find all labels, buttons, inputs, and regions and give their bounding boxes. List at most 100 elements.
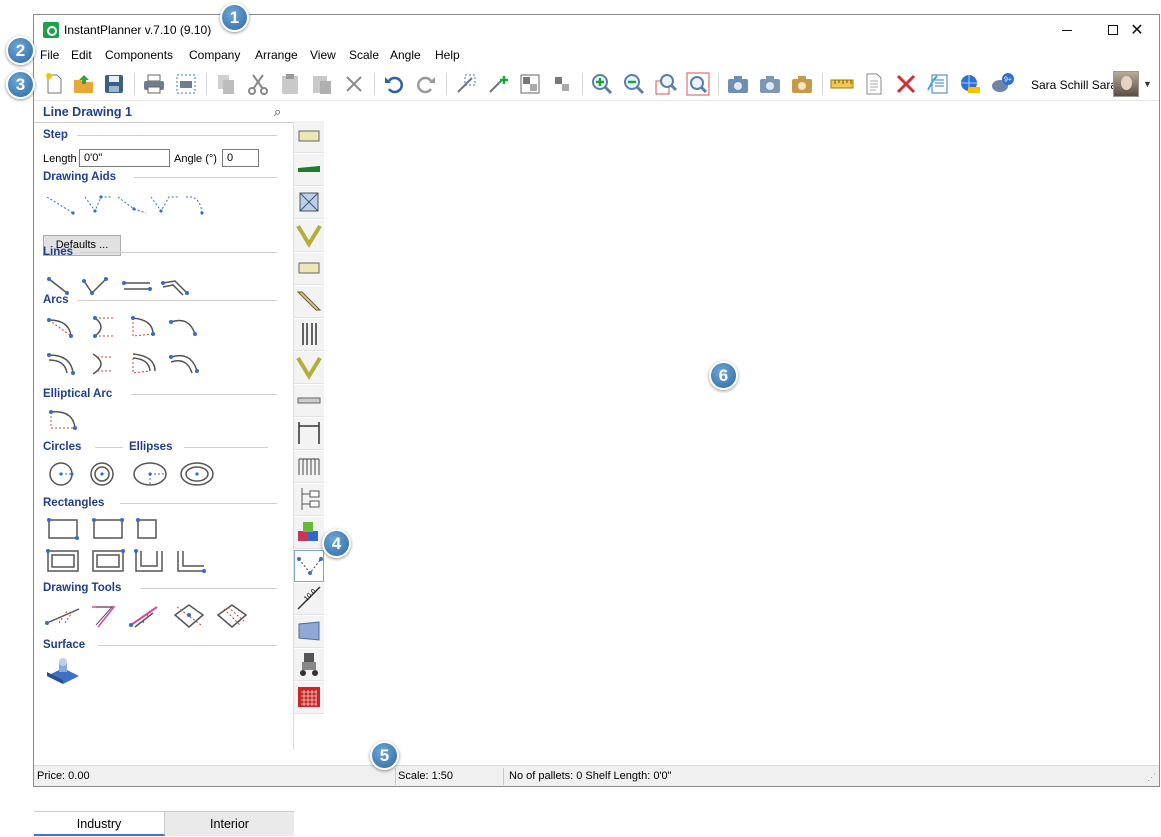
close-window-button[interactable]: ✕ <box>1114 15 1160 45</box>
delete-icon[interactable] <box>342 72 366 96</box>
print-icon[interactable] <box>142 72 166 96</box>
menu-arrange[interactable]: Arrange <box>255 48 298 62</box>
aid-curve-icon[interactable] <box>180 191 216 217</box>
double-arc-tangent-icon[interactable] <box>167 351 203 377</box>
zoom-window-icon[interactable] <box>654 72 678 96</box>
group-icon[interactable] <box>518 72 542 96</box>
menu-components[interactable]: Components <box>105 48 173 62</box>
camera-render-icon[interactable] <box>790 72 814 96</box>
cut-icon[interactable] <box>246 72 270 96</box>
tool-v-frame-2[interactable] <box>294 352 324 384</box>
menu-file[interactable]: File <box>40 48 59 62</box>
arc-3-point-icon[interactable] <box>45 314 81 340</box>
save-icon[interactable] <box>102 72 126 96</box>
report-icon[interactable] <box>862 72 886 96</box>
tab-industry[interactable]: Industry <box>34 811 165 836</box>
drawing-canvas[interactable] <box>324 101 1159 750</box>
double-arc-sector-icon[interactable] <box>127 351 163 377</box>
tool-shelf[interactable] <box>294 121 324 153</box>
arc-center-icon[interactable] <box>87 314 123 340</box>
minimize-button[interactable] <box>1044 15 1090 45</box>
tool-green-shelf[interactable] <box>294 154 324 186</box>
tool-line-drawing[interactable] <box>294 550 324 582</box>
square-icon[interactable] <box>132 516 168 542</box>
user-name[interactable]: Sara Schill Saran <box>1031 78 1124 92</box>
aid-segment-icon[interactable] <box>114 191 150 217</box>
search-icon[interactable]: ⌕ <box>274 104 281 120</box>
double-circle-icon[interactable] <box>85 461 121 487</box>
new-icon[interactable] <box>42 72 66 96</box>
aid-polyline-icon[interactable] <box>81 191 117 217</box>
double-polyline-icon[interactable] <box>159 273 195 299</box>
rectangle-center-icon[interactable] <box>90 516 126 542</box>
arc-tangent-icon[interactable] <box>167 314 203 340</box>
close-red-icon[interactable] <box>894 72 918 96</box>
zoom-in-icon[interactable] <box>590 72 614 96</box>
measure-icon[interactable] <box>830 72 854 96</box>
resize-grip-icon[interactable]: ⋰ <box>1147 772 1156 783</box>
tool-diagonal-beam[interactable] <box>294 286 324 318</box>
tool-grid[interactable] <box>294 451 324 483</box>
redo-icon[interactable] <box>414 72 438 96</box>
tool-dimension[interactable]: 10.0 <box>294 583 324 615</box>
arc-sector-icon[interactable] <box>127 314 163 340</box>
double-arc-center-icon[interactable] <box>87 351 123 377</box>
zoom-all-icon[interactable] <box>686 72 710 96</box>
chat-icon[interactable]: 9+ <box>990 72 1014 96</box>
length-field[interactable] <box>79 149 170 167</box>
double-rectangle-center-icon[interactable] <box>90 548 126 574</box>
menu-company[interactable]: Company <box>189 48 240 62</box>
zoom-out-icon[interactable] <box>622 72 646 96</box>
tool-v-frame[interactable] <box>294 220 324 252</box>
menu-scale[interactable]: Scale <box>349 48 379 62</box>
trim-icon[interactable] <box>45 603 81 629</box>
open-icon[interactable] <box>72 72 96 96</box>
menu-help[interactable]: Help <box>435 48 460 62</box>
menu-angle[interactable]: Angle <box>390 48 421 62</box>
chevron-down-icon[interactable]: ▼ <box>1143 79 1152 89</box>
catalog-icon[interactable] <box>926 72 950 96</box>
fillet-icon[interactable] <box>171 603 207 629</box>
double-ellipse-icon[interactable] <box>179 461 215 487</box>
add-point-icon[interactable] <box>486 72 510 96</box>
copy-icon[interactable] <box>214 72 238 96</box>
extend-icon[interactable] <box>86 603 122 629</box>
camera-3d-icon[interactable] <box>726 72 750 96</box>
double-line-icon[interactable] <box>120 273 156 299</box>
tool-uprights[interactable] <box>294 319 324 351</box>
menu-view[interactable]: View <box>310 48 336 62</box>
print-preview-icon[interactable] <box>174 72 198 96</box>
ungroup-icon[interactable] <box>550 72 574 96</box>
angle-field[interactable] <box>222 149 259 167</box>
double-rectangle-icon[interactable] <box>45 548 81 574</box>
offset-icon[interactable] <box>127 603 163 629</box>
tool-box[interactable] <box>294 187 324 219</box>
tool-frame[interactable] <box>294 418 324 450</box>
tool-panel[interactable] <box>294 253 324 285</box>
paste-icon[interactable] <box>278 72 302 96</box>
double-arc-3-point-icon[interactable] <box>45 351 81 377</box>
l-shape-icon[interactable] <box>174 548 210 574</box>
tool-calendar[interactable] <box>294 682 324 714</box>
aid-angle-icon[interactable] <box>147 191 183 217</box>
tool-tree[interactable] <box>294 484 324 516</box>
rectangle-icon[interactable] <box>45 516 81 542</box>
tool-person[interactable] <box>294 649 324 681</box>
avatar[interactable] <box>1113 71 1139 97</box>
polyline-icon[interactable] <box>80 273 116 299</box>
tool-beam[interactable] <box>294 385 324 417</box>
tab-interior[interactable]: Interior <box>165 811 294 836</box>
menu-edit[interactable]: Edit <box>71 48 92 62</box>
undo-icon[interactable] <box>382 72 406 96</box>
u-shape-icon[interactable] <box>132 548 168 574</box>
select-icon[interactable] <box>454 72 478 96</box>
camera-icon[interactable] <box>758 72 782 96</box>
ellipse-icon[interactable] <box>132 461 168 487</box>
aid-line-icon[interactable] <box>43 191 79 217</box>
web-icon[interactable] <box>958 72 982 96</box>
paste-special-icon[interactable] <box>310 72 334 96</box>
surface-icon[interactable] <box>45 658 81 684</box>
elliptical-arc-icon[interactable] <box>45 406 81 432</box>
tool-cubes[interactable] <box>294 517 324 549</box>
circle-icon[interactable] <box>44 461 80 487</box>
